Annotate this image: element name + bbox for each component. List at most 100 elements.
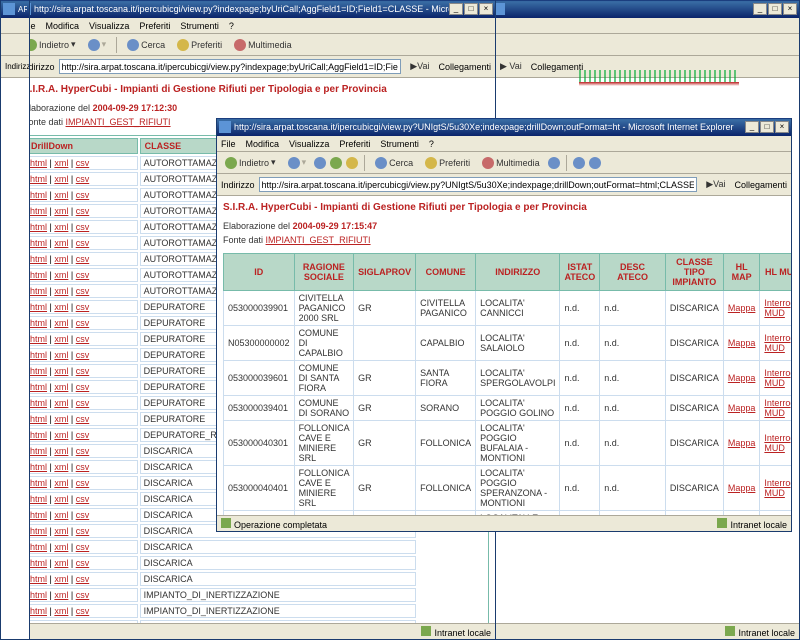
html-link[interactable]: html bbox=[30, 158, 47, 168]
xml-link[interactable]: xml bbox=[54, 270, 68, 280]
csv-link[interactable]: csv bbox=[76, 542, 90, 552]
history-icon[interactable] bbox=[548, 157, 560, 169]
menu-visualizza[interactable]: Visualizza bbox=[89, 21, 129, 31]
menu-preferiti[interactable]: Preferiti bbox=[139, 21, 170, 31]
html-link[interactable]: html bbox=[30, 270, 47, 280]
back-button[interactable]: Indietro ▾ bbox=[221, 156, 280, 170]
menu-preferiti[interactable]: Preferiti bbox=[339, 139, 370, 149]
html-link[interactable]: html bbox=[30, 286, 47, 296]
go-button[interactable]: ▶Vai bbox=[405, 60, 434, 73]
search-button[interactable]: Cerca bbox=[371, 156, 417, 170]
titlebar-bgr[interactable]: _□× bbox=[491, 0, 799, 18]
search-button[interactable]: Cerca bbox=[123, 38, 169, 52]
csv-link[interactable]: csv bbox=[76, 350, 90, 360]
html-link[interactable]: html bbox=[30, 254, 47, 264]
html-link[interactable]: html bbox=[30, 446, 47, 456]
html-link[interactable]: html bbox=[30, 462, 47, 472]
html-link[interactable]: html bbox=[30, 510, 47, 520]
menu-strumenti[interactable]: Strumenti bbox=[380, 139, 419, 149]
xml-link[interactable]: xml bbox=[54, 334, 68, 344]
xml-link[interactable]: xml bbox=[54, 398, 68, 408]
map-link[interactable]: Mappa bbox=[728, 403, 756, 413]
html-link[interactable]: html bbox=[30, 382, 47, 392]
menu-strumenti[interactable]: Strumenti bbox=[180, 21, 219, 31]
map-link[interactable]: Mappa bbox=[728, 338, 756, 348]
html-link[interactable]: html bbox=[30, 238, 47, 248]
stop-icon[interactable] bbox=[314, 157, 326, 169]
html-link[interactable]: html bbox=[30, 590, 47, 600]
menubar[interactable]: FileModificaVisualizzaPreferitiStrumenti… bbox=[217, 136, 791, 152]
menubar[interactable]: FileModificaVisualizzaPreferitiStrumenti… bbox=[17, 18, 495, 34]
mail-icon[interactable] bbox=[573, 157, 585, 169]
html-link[interactable]: html bbox=[30, 302, 47, 312]
close-button[interactable]: × bbox=[783, 3, 797, 15]
url-input[interactable] bbox=[259, 177, 698, 192]
html-link[interactable]: html bbox=[30, 478, 47, 488]
toolbar-bgr[interactable] bbox=[491, 34, 799, 56]
menu-?[interactable]: ? bbox=[429, 139, 434, 149]
mud-link[interactable]: Interroga MUD bbox=[764, 333, 791, 353]
html-link[interactable]: html bbox=[30, 206, 47, 216]
toolbar[interactable]: Indietro ▾ ▾ Cerca Preferiti Multimedia bbox=[17, 34, 495, 56]
csv-link[interactable]: csv bbox=[76, 254, 90, 264]
print-icon[interactable] bbox=[589, 157, 601, 169]
min-button[interactable]: _ bbox=[745, 121, 759, 133]
html-link[interactable]: html bbox=[30, 574, 47, 584]
go-button[interactable]: ▶ Vai bbox=[495, 60, 527, 73]
media-button[interactable]: Multimedia bbox=[478, 156, 544, 170]
csv-link[interactable]: csv bbox=[76, 270, 90, 280]
map-link[interactable]: Mappa bbox=[728, 438, 756, 448]
close-button[interactable]: × bbox=[775, 121, 789, 133]
xml-link[interactable]: xml bbox=[54, 542, 68, 552]
xml-link[interactable]: xml bbox=[54, 286, 68, 296]
xml-link[interactable]: xml bbox=[54, 446, 68, 456]
refresh-icon[interactable] bbox=[330, 157, 342, 169]
html-link[interactable]: html bbox=[30, 606, 47, 616]
xml-link[interactable]: xml bbox=[54, 350, 68, 360]
xml-link[interactable]: xml bbox=[54, 590, 68, 600]
csv-link[interactable]: csv bbox=[76, 286, 90, 296]
csv-link[interactable]: csv bbox=[76, 478, 90, 488]
html-link[interactable]: html bbox=[30, 174, 47, 184]
xml-link[interactable]: xml bbox=[54, 238, 68, 248]
toolbar[interactable]: Indietro ▾ ▾ Cerca Preferiti Multimedia bbox=[217, 152, 791, 174]
max-button[interactable]: □ bbox=[760, 121, 774, 133]
html-link[interactable]: html bbox=[30, 318, 47, 328]
csv-link[interactable]: csv bbox=[76, 446, 90, 456]
csv-link[interactable]: csv bbox=[76, 558, 90, 568]
mud-link[interactable]: Interroga MUD bbox=[764, 433, 791, 453]
csv-link[interactable]: csv bbox=[76, 462, 90, 472]
csv-link[interactable]: csv bbox=[76, 398, 90, 408]
xml-link[interactable]: xml bbox=[54, 414, 68, 424]
menu-visualizza[interactable]: Visualizza bbox=[289, 139, 329, 149]
csv-link[interactable]: csv bbox=[76, 190, 90, 200]
mud-link[interactable]: Interroga MUD bbox=[764, 298, 791, 318]
links-menu[interactable]: Collegamenti bbox=[734, 180, 787, 190]
links-menu[interactable]: Collegamenti bbox=[531, 62, 584, 72]
csv-link[interactable]: csv bbox=[76, 318, 90, 328]
titlebar-front[interactable]: http://sira.arpat.toscana.it/ipercubicgi… bbox=[217, 118, 791, 136]
xml-link[interactable]: xml bbox=[54, 606, 68, 616]
menu-?[interactable]: ? bbox=[229, 21, 234, 31]
mud-link[interactable]: Interroga MUD bbox=[764, 478, 791, 498]
xml-link[interactable]: xml bbox=[54, 206, 68, 216]
max-button[interactable]: □ bbox=[464, 3, 478, 15]
xml-link[interactable]: xml bbox=[54, 526, 68, 536]
media-button[interactable]: Multimedia bbox=[230, 38, 296, 52]
html-link[interactable]: html bbox=[30, 430, 47, 440]
fonte-link[interactable]: IMPIANTI_GEST_RIFIUTI bbox=[266, 235, 371, 245]
xml-link[interactable]: xml bbox=[54, 574, 68, 584]
csv-link[interactable]: csv bbox=[76, 174, 90, 184]
mud-link[interactable]: Interroga MUD bbox=[764, 368, 791, 388]
links-menu[interactable]: Collegamenti bbox=[438, 62, 491, 72]
csv-link[interactable]: csv bbox=[76, 494, 90, 504]
fav-button[interactable]: Preferiti bbox=[173, 38, 226, 52]
html-link[interactable]: html bbox=[30, 190, 47, 200]
menu-file[interactable]: File bbox=[221, 139, 236, 149]
xml-link[interactable]: xml bbox=[54, 174, 68, 184]
map-link[interactable]: Mappa bbox=[728, 303, 756, 313]
map-link[interactable]: Mappa bbox=[728, 483, 756, 493]
close-button[interactable]: × bbox=[479, 3, 493, 15]
csv-link[interactable]: csv bbox=[76, 574, 90, 584]
mud-link[interactable]: Interroga MUD bbox=[764, 398, 791, 418]
